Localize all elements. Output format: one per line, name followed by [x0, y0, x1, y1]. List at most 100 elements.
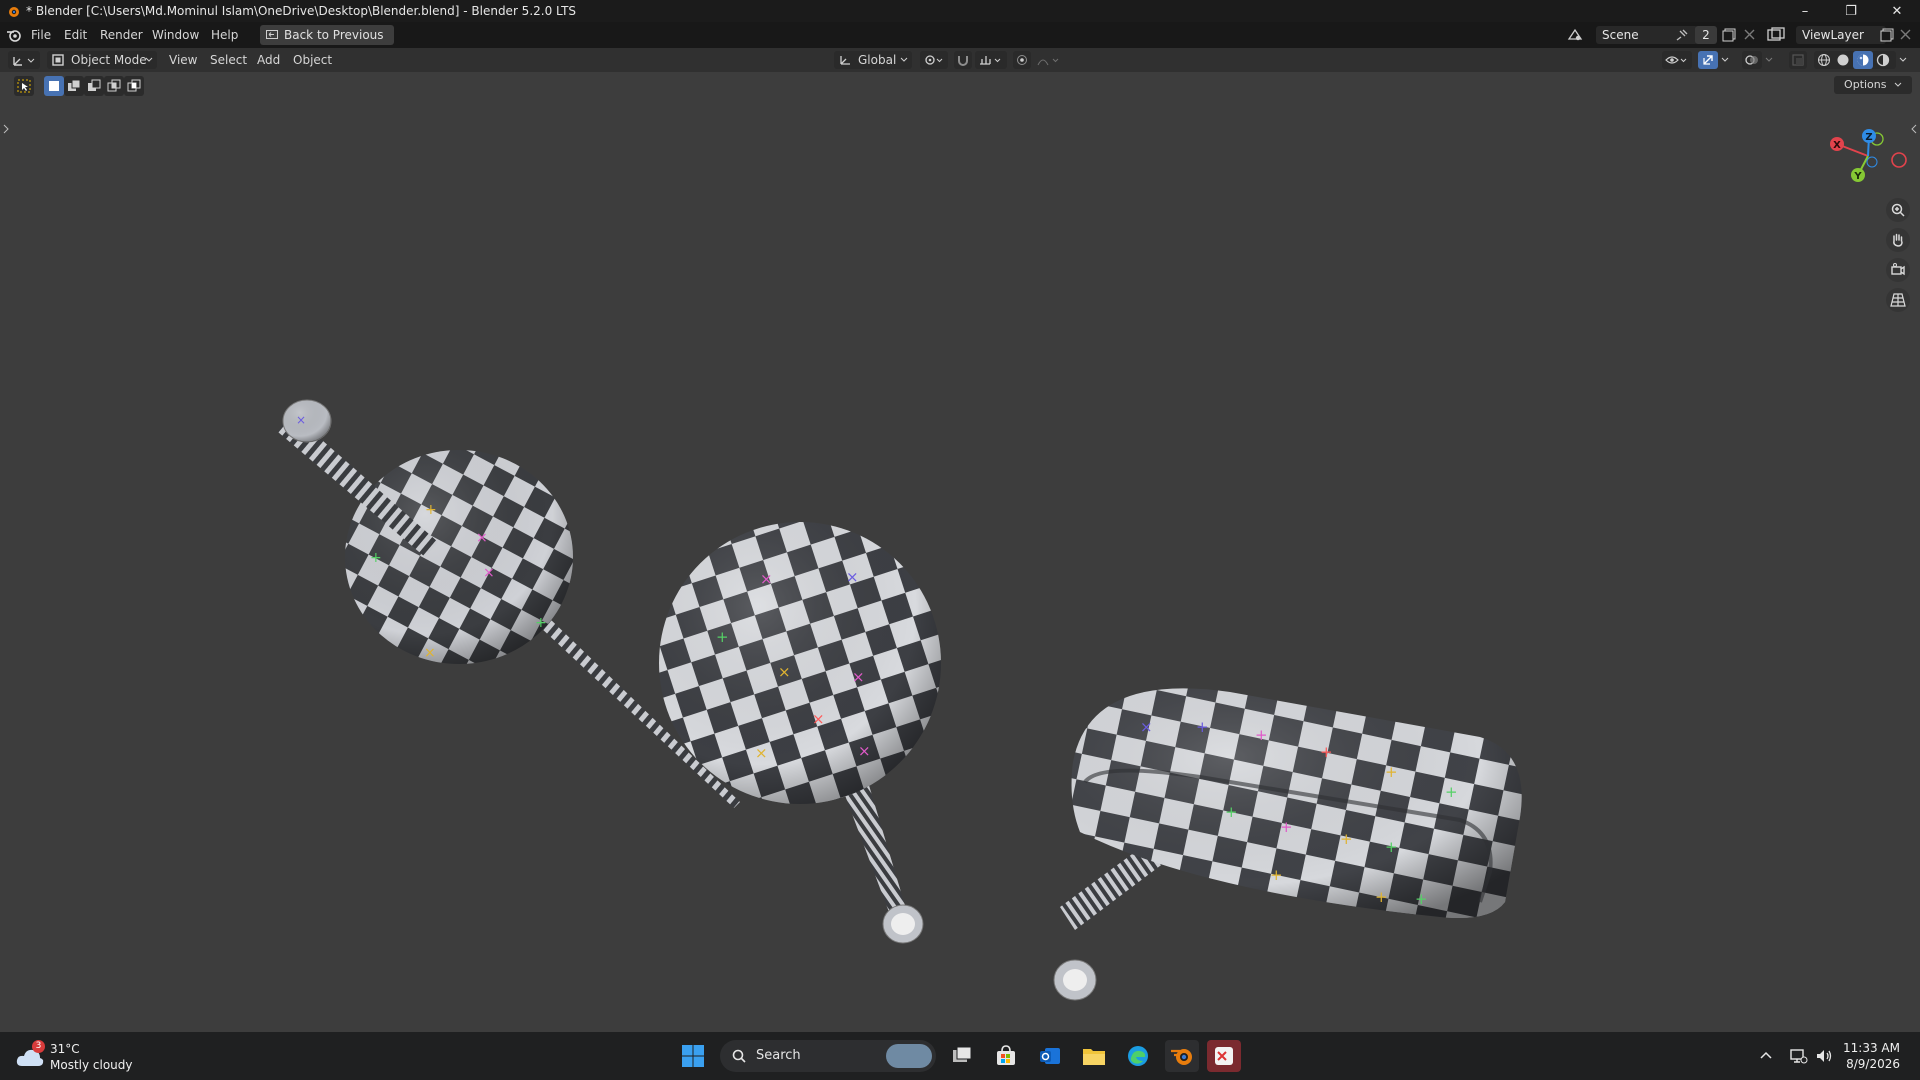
start-button[interactable]: [676, 1040, 710, 1072]
shading-dropdown-chevron-icon[interactable]: [1899, 57, 1907, 63]
view-layer-icon[interactable]: [1767, 27, 1785, 43]
svg-text:+: +: [1225, 803, 1238, 821]
rendered-shading-icon[interactable]: [1876, 53, 1890, 67]
network-icon[interactable]: [1790, 1048, 1808, 1064]
material-preview-shading-button[interactable]: [1853, 51, 1873, 69]
blender-menu-icon[interactable]: [6, 28, 22, 42]
volume-icon[interactable]: [1815, 1048, 1833, 1064]
snap-toggle[interactable]: [954, 51, 972, 69]
weather-temperature: 31°C: [50, 1042, 80, 1056]
scene-icon[interactable]: [1567, 27, 1583, 43]
svg-text:+: +: [1196, 718, 1209, 736]
menu-help[interactable]: Help: [211, 22, 238, 48]
sphere-object-2[interactable]: × × + × × × × ×: [659, 522, 941, 944]
header-menu-object[interactable]: Object: [293, 48, 332, 72]
minimize-button[interactable]: –: [1782, 0, 1828, 22]
scene-render: × + + × × + × × × + × × × × × × + + + + …: [278, 399, 1522, 1001]
object-mode-dropdown[interactable]: Object Mode: [47, 51, 157, 69]
magnet-icon: [958, 56, 968, 66]
svg-text:+: +: [425, 502, 437, 518]
svg-text:+: +: [1280, 818, 1293, 836]
clock-time[interactable]: 11:33 AM: [1843, 1041, 1900, 1055]
chevron-down-icon: [145, 57, 153, 62]
header-menu-view[interactable]: View: [169, 48, 197, 72]
remove-scene-icon[interactable]: [1744, 29, 1755, 40]
proportional-edit-icon: [1017, 55, 1027, 65]
outlook-button[interactable]: [1033, 1040, 1067, 1072]
selectability-visibility-dropdown[interactable]: [1662, 51, 1692, 69]
global-axes-icon: [840, 56, 850, 65]
transform-orientation-dropdown[interactable]: Global: [834, 51, 912, 69]
edge-icon: [1128, 1046, 1148, 1066]
svg-text:×: ×: [755, 744, 768, 762]
svg-text:×: ×: [1140, 718, 1153, 736]
gizmo-icon: [1703, 55, 1713, 65]
header-menu-select[interactable]: Select: [210, 48, 247, 72]
clock-date[interactable]: 8/9/2026: [1846, 1057, 1900, 1071]
pivot-point-icon: [925, 55, 943, 65]
svg-text:+: +: [1270, 866, 1283, 884]
search-icon: [732, 1049, 746, 1063]
header-menu-add[interactable]: Add: [257, 48, 280, 72]
solid-shading-icon[interactable]: [1836, 53, 1850, 67]
svg-text:+: +: [1340, 830, 1353, 848]
wireframe-shading-icon[interactable]: [1817, 53, 1831, 67]
close-button[interactable]: ✕: [1874, 0, 1920, 22]
window-title: * Blender [C:\Users\Md.Mominul Islam\One…: [26, 4, 577, 18]
sphere-object-1[interactable]: × + + × × + ×: [278, 399, 740, 808]
xray-icon: [1792, 54, 1804, 66]
back-to-previous-button[interactable]: Back to Previous: [260, 25, 394, 45]
file-explorer-button[interactable]: [1077, 1040, 1111, 1072]
scene-user-count[interactable]: 2: [1695, 26, 1717, 44]
material-preview-icon: [1857, 54, 1869, 66]
pivot-point-dropdown[interactable]: [920, 51, 948, 69]
search-placeholder: Search: [756, 1048, 801, 1063]
snap-target-dropdown[interactable]: [975, 51, 1007, 69]
svg-text:+: +: [1415, 890, 1428, 908]
store-bag-icon: [997, 1045, 1015, 1065]
weather-widget[interactable]: 3 31°C Mostly cloudy: [12, 1038, 142, 1074]
menu-render[interactable]: Render: [100, 22, 143, 48]
viewport-header: Object Mode View Select Add Object Globa…: [0, 48, 1920, 72]
screen-back-icon: [266, 30, 278, 39]
edge-browser-button[interactable]: [1121, 1040, 1155, 1072]
menu-file[interactable]: File: [31, 22, 51, 48]
menu-edit[interactable]: Edit: [64, 22, 87, 48]
task-view-button[interactable]: [945, 1040, 979, 1072]
eye-pointer-icon: [1665, 56, 1687, 64]
proportional-falloff-dropdown[interactable]: [1034, 51, 1064, 69]
maximize-button[interactable]: ❐: [1828, 0, 1874, 22]
proportional-edit-toggle[interactable]: [1013, 51, 1031, 69]
svg-text:+: +: [370, 550, 382, 566]
svg-text:+: +: [535, 615, 547, 631]
taskbar-search-box[interactable]: Search: [720, 1040, 936, 1072]
object-mode-label: Object Mode: [71, 53, 147, 67]
snipping-tool-button[interactable]: [1207, 1040, 1241, 1072]
3d-viewport[interactable]: Options X Z Y × + + × × + × × × + × × × …: [0, 72, 1920, 1032]
overlays-dropdown-chevron-icon[interactable]: [1765, 57, 1773, 63]
overlays-toggle[interactable]: [1742, 51, 1762, 69]
svg-text:×: ×: [296, 413, 306, 427]
ms-store-button[interactable]: [989, 1040, 1023, 1072]
view-layer-field[interactable]: ViewLayer: [1796, 26, 1886, 44]
search-highlight-image: [886, 1044, 932, 1068]
back-to-previous-label: Back to Previous: [284, 28, 384, 42]
ring-object-3[interactable]: × + + + + + + + + + + + +: [1053, 688, 1522, 1001]
show-hidden-icons-chevron-icon[interactable]: [1760, 1050, 1772, 1060]
gizmo-dropdown-chevron-icon[interactable]: [1721, 57, 1729, 63]
remove-view-layer-icon[interactable]: [1900, 29, 1911, 40]
blender-taskbar-button[interactable]: [1165, 1040, 1199, 1072]
svg-text:×: ×: [483, 565, 495, 581]
menu-window[interactable]: Window: [152, 22, 199, 48]
outlook-mail-icon: [1040, 1048, 1060, 1064]
new-view-layer-icon[interactable]: [1880, 28, 1894, 42]
pin-icon[interactable]: [1676, 29, 1688, 41]
shading-mode-group: [1814, 51, 1896, 69]
gizmo-toggle[interactable]: [1698, 51, 1718, 69]
weather-alert-badge: 3: [32, 1040, 45, 1053]
snap-increment-icon: [980, 56, 1001, 65]
new-scene-icon[interactable]: [1722, 28, 1736, 42]
scene-name: Scene: [1602, 28, 1639, 42]
editor-type-button[interactable]: [8, 51, 40, 69]
xray-toggle[interactable]: [1789, 51, 1807, 69]
